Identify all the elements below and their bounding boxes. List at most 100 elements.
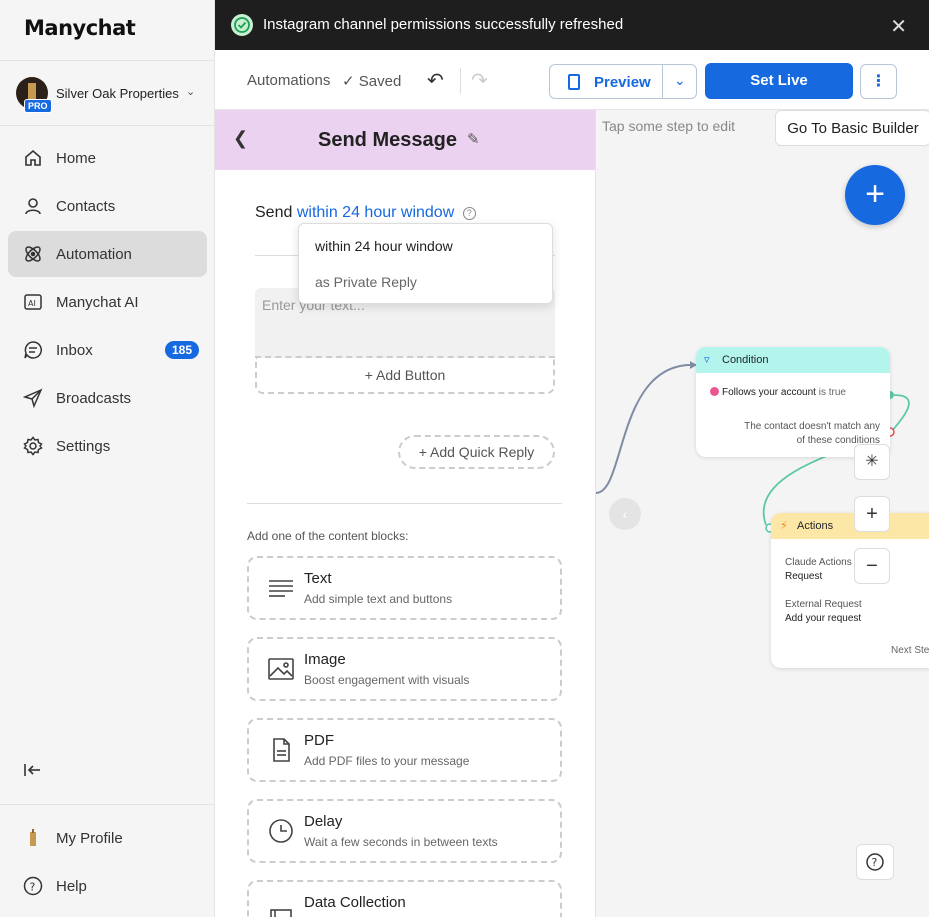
dropdown-option[interactable]: as Private Reply: [315, 274, 417, 290]
undo-icon[interactable]: ↶: [427, 68, 444, 93]
divider: [460, 68, 461, 94]
panel-header: ❮ Send Message ✎: [215, 110, 595, 170]
block-pdf[interactable]: PDF Add PDF files to your message: [247, 718, 562, 782]
actions-node[interactable]: ⚡ Actions Claude Actions Request Externa…: [771, 513, 929, 668]
zoom-out-icon[interactable]: −: [854, 548, 890, 584]
home-icon: [22, 147, 44, 169]
block-data-collection[interactable]: Data Collection: [247, 880, 562, 917]
check-circle-icon: [231, 14, 253, 36]
actions-title: Actions: [797, 520, 834, 532]
block-desc: Add simple text and buttons: [304, 592, 453, 606]
nav-item-home[interactable]: Home: [8, 135, 207, 181]
block-delay[interactable]: Delay Wait a few seconds in between text…: [247, 799, 562, 863]
nav-item-contacts[interactable]: Contacts: [8, 183, 207, 229]
panel-title: Send Message: [318, 129, 457, 151]
image-icon: [267, 655, 295, 683]
profile-avatar: [22, 827, 44, 849]
add-quick-reply-button[interactable]: + Add Quick Reply: [398, 435, 555, 469]
toast-message: Instagram channel permissions successful…: [263, 16, 624, 33]
action-value: Request: [785, 571, 823, 582]
nav-item-automation[interactable]: Automation: [8, 231, 207, 277]
zoom-in-icon[interactable]: +: [854, 496, 890, 532]
condition-title: Condition: [722, 354, 769, 366]
block-desc: Boost engagement with visuals: [304, 673, 470, 687]
nav-label: My Profile: [56, 829, 123, 847]
preview-label: Preview: [594, 74, 651, 91]
send-mode-dropdown: within 24 hour window as Private Reply: [298, 223, 553, 304]
set-live-button[interactable]: Set Live: [705, 63, 853, 99]
pencil-icon[interactable]: ✎: [467, 130, 480, 148]
condition-header: ▿ Condition: [696, 347, 890, 373]
svg-text:?: ?: [872, 856, 878, 869]
fallback-line: The contact doesn't match any: [744, 421, 880, 432]
account-name: Silver Oak Properties: [56, 86, 179, 101]
dropdown-option[interactable]: within 24 hour window: [315, 238, 453, 254]
nav-label: Help: [56, 877, 87, 895]
block-image[interactable]: Image Boost engagement with visuals: [247, 637, 562, 701]
gear-icon: [22, 435, 44, 457]
chat-bubble-icon: [22, 339, 44, 361]
redo-icon[interactable]: ↷: [471, 68, 488, 93]
preview-button[interactable]: Preview ⌄: [549, 64, 697, 99]
help-icon: ?: [22, 875, 44, 897]
block-desc: Add PDF files to your message: [304, 754, 470, 768]
next-step-label: Next Step: [891, 645, 929, 656]
atom-icon: [22, 243, 44, 265]
divider: [247, 503, 562, 504]
account-switcher[interactable]: PRO Silver Oak Properties ⌄: [0, 60, 214, 126]
rule-label: Follows your account: [722, 387, 816, 398]
user-icon: [22, 195, 44, 217]
filter-icon: ▿: [704, 354, 710, 366]
nav-item-manychat-ai[interactable]: AI Manychat AI: [8, 279, 207, 325]
condition-fallback: The contact doesn't match any of these c…: [720, 420, 880, 448]
chevron-down-icon[interactable]: ⌄: [674, 72, 686, 89]
more-options-icon[interactable]: ⋮: [860, 64, 897, 99]
send-window-row: Send within 24 hour window ?: [255, 204, 476, 222]
manychat-logo[interactable]: Manychat: [24, 16, 136, 40]
chevron-left-icon[interactable]: ❮: [233, 128, 248, 149]
text-lines-icon: [267, 574, 295, 602]
block-name: PDF: [304, 732, 334, 749]
nav-item-my-profile[interactable]: My Profile: [8, 815, 207, 861]
help-icon[interactable]: ?: [856, 844, 894, 880]
close-icon[interactable]: ✕: [890, 14, 907, 39]
form-icon: [267, 898, 295, 917]
question-icon[interactable]: ?: [462, 207, 476, 220]
sidebar: Manychat PRO Silver Oak Properties ⌄ Hom…: [0, 0, 215, 917]
chevron-down-icon: ⌄: [186, 86, 196, 98]
magic-wand-icon[interactable]: ✳: [854, 444, 890, 480]
collapse-sidebar-icon[interactable]: [22, 760, 44, 782]
block-name: Delay: [304, 813, 343, 830]
pro-badge: PRO: [24, 99, 52, 113]
lightning-icon: ⚡: [780, 520, 788, 532]
nav-label: Settings: [56, 437, 111, 455]
nav-item-help[interactable]: ? Help: [8, 863, 207, 909]
action-value: Add your request: [785, 613, 862, 624]
nav-label: Home: [56, 149, 97, 167]
send-icon: [22, 387, 44, 409]
divider: [0, 804, 214, 805]
nav-label: Automation: [56, 245, 132, 263]
saved-status: ✓ Saved: [342, 72, 401, 90]
condition-node[interactable]: ▿ Condition Follows your account is true…: [696, 347, 890, 457]
nav-item-inbox[interactable]: Inbox 185: [8, 327, 207, 373]
action-label: Claude Actions: [785, 557, 852, 568]
nav-item-settings[interactable]: Settings: [8, 423, 207, 469]
nav-label: Contacts: [56, 197, 116, 215]
clock-icon: [267, 817, 295, 845]
saved-label: Saved: [358, 73, 402, 90]
nav-label: Broadcasts: [56, 389, 132, 407]
flow-canvas[interactable]: Tap some step to edit Go To Basic Builde…: [596, 110, 929, 917]
nav-item-broadcasts[interactable]: Broadcasts: [8, 375, 207, 421]
nav-label: Inbox: [56, 341, 93, 359]
block-text[interactable]: Text Add simple text and buttons: [247, 556, 562, 620]
instagram-icon: [710, 387, 719, 396]
ai-icon: AI: [22, 291, 44, 313]
breadcrumb-automations[interactable]: Automations: [247, 72, 330, 89]
chevron-left-icon[interactable]: ‹: [609, 498, 641, 530]
add-button-button[interactable]: + Add Button: [255, 356, 555, 394]
send-mode-selector[interactable]: within 24 hour window: [297, 204, 454, 221]
editor-toolbar: Automations ✓ Saved ↶ ↷ Preview ⌄ Set Li…: [215, 50, 929, 110]
send-prefix: Send: [255, 204, 293, 221]
success-toast: Instagram channel permissions successful…: [215, 0, 929, 50]
